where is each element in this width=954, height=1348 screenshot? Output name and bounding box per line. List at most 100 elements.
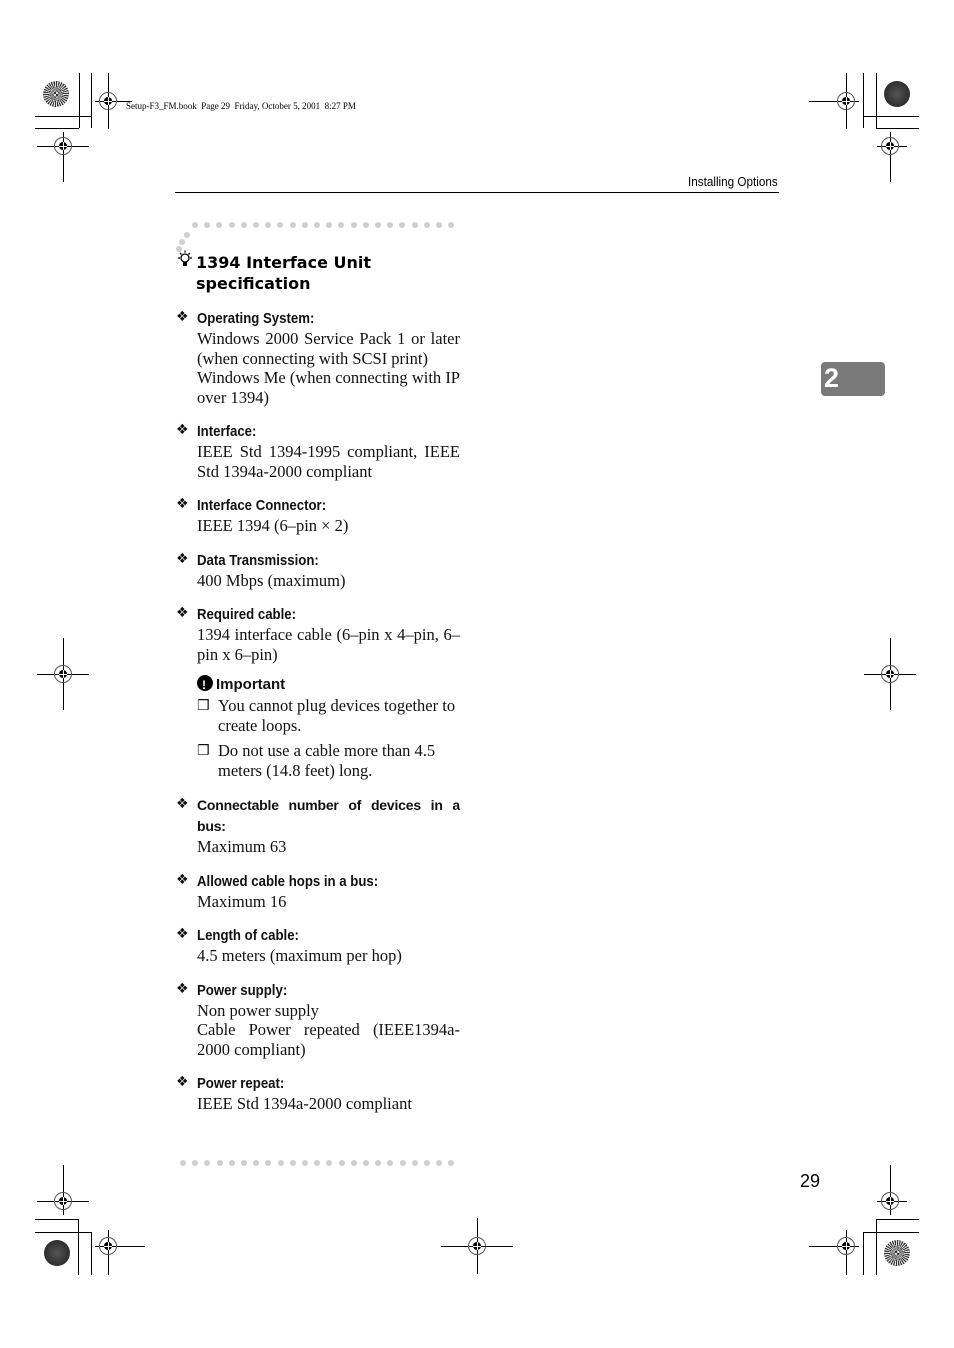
spec-label: Power supply: <box>197 981 288 999</box>
tip-title-line2: specification <box>196 274 311 293</box>
spec-value: IEEE Std 1394-1995 compliant, IEEE Std 1… <box>197 442 460 481</box>
spec-value: 4.5 meters (maximum per hop) <box>197 946 402 965</box>
border-dot <box>289 1160 296 1166</box>
important-note-item: ❒ Do not use a cable more than 4.5 meters… <box>197 741 460 781</box>
border-dot <box>314 1160 321 1166</box>
important-note-item: ❒ You cannot plug devices together to cre… <box>197 696 460 736</box>
border-dot <box>350 1160 357 1166</box>
spec-value: Windows 2000 Service Pack 1 or later (wh… <box>197 329 460 368</box>
border-dot <box>411 1160 418 1166</box>
border-dot <box>375 1160 382 1166</box>
crop-mark <box>91 73 92 128</box>
diamond-bullet-icon: ❖ <box>176 926 189 942</box>
spec-item-interface: ❖ Interface: IEEE Std 1394-1995 complian… <box>176 421 460 481</box>
border-dot <box>424 1160 430 1166</box>
border-dot <box>253 1160 260 1166</box>
crop-mark <box>35 1219 78 1220</box>
border-dot <box>302 1160 308 1166</box>
important-title-text: Important <box>216 676 286 693</box>
border-dot <box>265 222 272 228</box>
border-dot <box>326 1160 333 1166</box>
color-registration-disc <box>43 81 69 107</box>
print-slug-line: Setup-F3_FM.book Page 29 Friday, October… <box>126 101 356 111</box>
border-dot <box>448 222 455 228</box>
note-text: Do not use a cable more than 4.5 meters … <box>218 741 436 780</box>
spec-label: Power repeat: <box>197 1075 285 1092</box>
border-dot <box>228 222 235 228</box>
border-dot <box>363 1160 369 1166</box>
crop-mark <box>876 1219 919 1220</box>
border-dot <box>240 222 247 228</box>
border-dot <box>399 222 406 228</box>
crop-mark <box>35 1232 91 1233</box>
spec-label: Length of cable: <box>197 927 299 944</box>
color-registration-disc <box>44 1240 70 1266</box>
diamond-bullet-icon: ❖ <box>176 422 189 438</box>
spec-label: Interface: <box>197 423 257 440</box>
border-dot <box>387 222 394 228</box>
border-dot <box>289 222 296 228</box>
spec-item-connectable-devices: ❖ Connectable number of devices in a bus… <box>176 795 460 857</box>
note-text: You cannot plug devices together to crea… <box>218 696 456 735</box>
diamond-bullet-icon: ❖ <box>176 496 189 512</box>
crop-mark <box>876 128 919 129</box>
border-dot <box>387 1160 394 1166</box>
border-dot <box>301 222 308 228</box>
border-dot <box>277 222 284 228</box>
spec-label: Allowed cable hops in a bus: <box>197 872 379 890</box>
spec-value: Windows Me (when connecting with IP over… <box>197 368 460 407</box>
border-dot <box>192 222 198 228</box>
border-dot <box>362 222 369 228</box>
border-dot <box>204 222 211 228</box>
dotted-border-top <box>176 222 466 252</box>
border-dot <box>326 222 333 228</box>
dotted-border-bottom <box>180 1160 462 1166</box>
diamond-bullet-icon: ❖ <box>176 871 189 888</box>
spec-item-operating-system: ❖ Operating System: Windows 2000 Service… <box>176 308 460 407</box>
crop-mark <box>863 1232 864 1275</box>
crop-mark <box>876 1219 877 1275</box>
running-head: Installing Options <box>688 174 778 189</box>
border-dot <box>216 1160 223 1166</box>
important-icon <box>197 674 213 696</box>
diamond-bullet-icon: ❖ <box>176 309 189 325</box>
diamond-bullet-icon: ❖ <box>176 605 189 621</box>
chapter-tab: 2 <box>821 362 885 396</box>
spec-value: 400 Mbps (maximum) <box>197 570 346 590</box>
border-dot <box>411 222 418 228</box>
spec-label: Operating System: <box>197 310 315 327</box>
spec-value: Cable Power repeated (IEEE1394a-2000 com… <box>197 1020 460 1059</box>
spec-value: 1394 interface cable (6–pin x 4–pin, 6–p… <box>197 625 460 664</box>
checkbox-bullet-icon: ❒ <box>197 743 210 759</box>
border-dot <box>436 222 442 228</box>
spec-label: Connectable number of devices in a bus: <box>197 797 460 834</box>
important-title: Important <box>197 674 460 696</box>
spec-item-interface-connector: ❖ Interface Connector: IEEE 1394 (6–pin … <box>176 495 460 536</box>
spec-list: ❖ Operating System: Windows 2000 Service… <box>176 308 460 1128</box>
border-dot <box>265 1160 272 1166</box>
crop-mark <box>35 116 91 117</box>
color-registration-disc <box>884 1240 910 1266</box>
border-dot <box>350 222 357 228</box>
border-dot <box>241 1160 247 1166</box>
border-dot <box>338 222 345 228</box>
spec-value: Non power supply <box>197 1000 319 1020</box>
checkbox-bullet-icon: ❒ <box>197 698 210 714</box>
diamond-bullet-icon: ❖ <box>176 550 189 567</box>
spec-item-required-cable: ❖ Required cable: 1394 interface cable (… <box>176 604 460 664</box>
border-dot <box>436 1160 443 1166</box>
spec-label: Interface Connector: <box>197 497 327 514</box>
spec-label: Data Transmission: <box>197 551 319 569</box>
border-dot <box>399 1160 406 1166</box>
border-dot <box>277 1160 284 1166</box>
spec-item-cable-length: ❖ Length of cable: 4.5 meters (maximum p… <box>176 925 460 966</box>
border-dot <box>192 1160 199 1166</box>
spec-value: IEEE 1394 (6–pin × 2) <box>197 516 349 535</box>
tip-title: 1394 Interface Unit specification <box>176 250 456 294</box>
color-registration-disc <box>884 81 910 107</box>
crop-mark <box>78 1219 79 1275</box>
crop-mark <box>863 1232 919 1233</box>
spec-value: IEEE Std 1394a-2000 compliant <box>197 1094 412 1113</box>
border-dot <box>423 222 430 228</box>
border-dot <box>216 222 223 228</box>
